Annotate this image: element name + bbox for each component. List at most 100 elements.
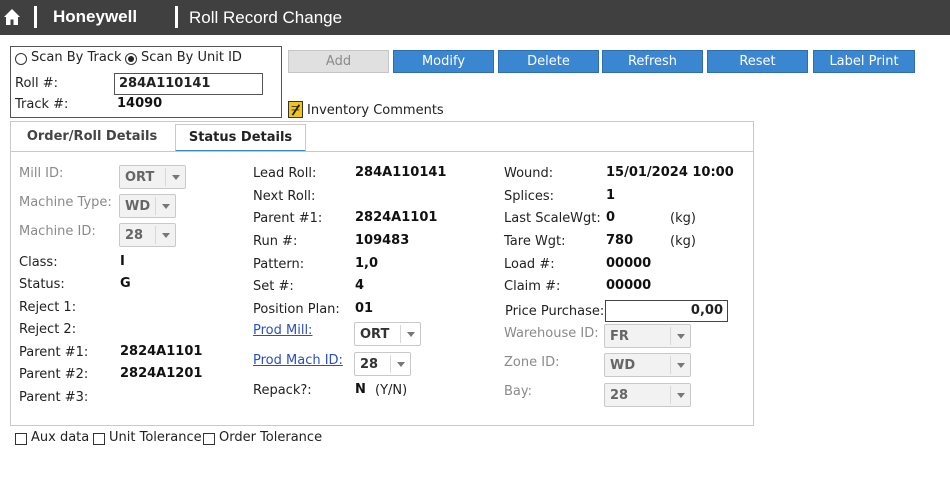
track-number-value: 14090 [117,96,163,111]
reset-button[interactable]: Reset [707,50,808,73]
reject-2-label: Reject 2: [19,322,77,337]
machine-type-label: Machine Type: [19,195,112,210]
set-value: 4 [355,278,365,293]
chevron-down-icon [400,325,420,343]
aux-data-checkbox[interactable] [15,433,27,445]
load-number-value: 00000 [606,256,652,271]
scan-by-unit-label[interactable]: Scan By Unit ID [141,50,242,65]
splices-label: Splices: [504,189,555,204]
header-divider [175,6,178,28]
bay-value: 28 [610,388,629,403]
repack-value: N [355,382,366,397]
bay-label: Bay: [504,384,533,399]
scan-by-track-radio[interactable] [15,53,27,65]
parent-1-label-col2: Parent #1: [253,211,323,226]
parent-1-value-col2: 2824A1101 [355,210,438,225]
mill-id-label: Mill ID: [19,166,64,181]
claim-number-value: 00000 [606,278,652,293]
tab-divider [10,151,754,152]
class-label: Class: [19,255,58,270]
reject-1-label: Reject 1: [19,300,77,315]
machine-id-label: Machine ID: [19,224,96,239]
top-bar: Honeywell Roll Record Change [0,0,950,35]
pattern-value: 1,0 [355,256,379,271]
price-purchase-label: Price Purchase: [505,304,605,319]
add-button[interactable]: Add [288,50,389,73]
chevron-down-icon [670,356,690,374]
modify-button[interactable]: Modify [393,50,494,73]
machine-id-value: 28 [125,228,144,243]
run-label: Run #: [253,234,298,249]
lead-roll-label: Lead Roll: [253,166,317,181]
warehouse-id-value: FR [610,329,629,344]
class-value: I [120,254,125,269]
prod-mach-id-select[interactable]: 28 [354,352,411,376]
unit-tolerance-checkbox[interactable] [93,433,105,445]
lead-roll-value: 284A110141 [355,165,447,180]
inventory-comments-link[interactable]: Inventory Comments [307,103,444,118]
position-plan-label: Position Plan: [253,302,340,317]
page-title: Roll Record Change [189,8,343,27]
scan-by-track-label[interactable]: Scan By Track [31,50,122,65]
prod-mill-link[interactable]: Prod Mill: [253,323,312,338]
chevron-down-icon [155,226,175,244]
zone-id-label: Zone ID: [504,355,560,370]
machine-type-value: WD [125,199,151,214]
warehouse-id-select[interactable]: FR [604,324,691,348]
order-tolerance-label[interactable]: Order Tolerance [219,430,322,445]
tab-order-roll-details[interactable]: Order/Roll Details [13,124,171,152]
parent-3-label: Parent #3: [19,390,89,405]
splices-value: 1 [606,188,616,203]
parent-2-label: Parent #2: [19,367,89,382]
scan-by-unit-radio[interactable] [125,53,137,65]
prod-mill-value: ORT [360,327,390,342]
zone-id-select[interactable]: WD [604,353,691,377]
prod-mach-id-value: 28 [360,357,379,372]
prod-mill-select[interactable]: ORT [354,322,421,346]
refresh-button[interactable]: Refresh [602,50,703,73]
mill-id-select[interactable]: ORT [119,165,186,189]
home-icon[interactable] [3,8,21,26]
machine-id-select[interactable]: 28 [119,223,176,247]
price-purchase-input[interactable]: 0,00 [605,300,728,322]
load-number-label: Load #: [504,257,555,272]
status-label: Status: [19,277,65,292]
tab-status-details[interactable]: Status Details [175,124,306,152]
last-scale-weight-value: 0 [606,210,616,225]
wound-value: 15/01/2024 10:00 [606,165,734,180]
brand-logo: Honeywell [53,7,138,26]
next-roll-label: Next Roll: [253,189,316,204]
wound-label: Wound: [504,166,554,181]
chevron-down-icon [390,355,410,373]
status-value: G [120,276,131,291]
claim-number-label: Claim #: [504,279,561,294]
tare-weight-unit: (kg) [670,234,696,249]
last-scale-weight-unit: (kg) [670,211,696,226]
notepad-icon[interactable] [288,101,303,118]
bay-select[interactable]: 28 [604,383,691,407]
roll-number-input[interactable]: 284A110141 [114,73,263,95]
parent-2-value: 2824A1201 [120,366,203,381]
machine-type-select[interactable]: WD [119,194,176,218]
last-scale-weight-label: Last ScaleWgt: [504,211,601,226]
prod-mach-id-link[interactable]: Prod Mach ID: [253,353,343,368]
zone-id-value: WD [610,358,636,373]
delete-button[interactable]: Delete [498,50,599,73]
unit-tolerance-label[interactable]: Unit Tolerance [109,430,202,445]
pattern-label: Pattern: [253,257,305,272]
repack-hint: (Y/N) [375,383,408,398]
chevron-down-icon [155,197,175,215]
tare-weight-value: 780 [606,233,634,248]
track-number-label: Track #: [15,97,69,112]
chevron-down-icon [165,168,185,186]
roll-number-label: Roll #: [15,76,59,91]
chevron-down-icon [670,386,690,404]
warehouse-id-label: Warehouse ID: [504,326,599,341]
order-tolerance-checkbox[interactable] [203,433,215,445]
repack-label: Repack?: [253,383,312,398]
aux-data-label[interactable]: Aux data [31,430,89,445]
mill-id-value: ORT [125,170,155,185]
set-label: Set #: [253,279,294,294]
run-value: 109483 [355,233,410,248]
label-print-button[interactable]: Label Print [813,50,915,73]
